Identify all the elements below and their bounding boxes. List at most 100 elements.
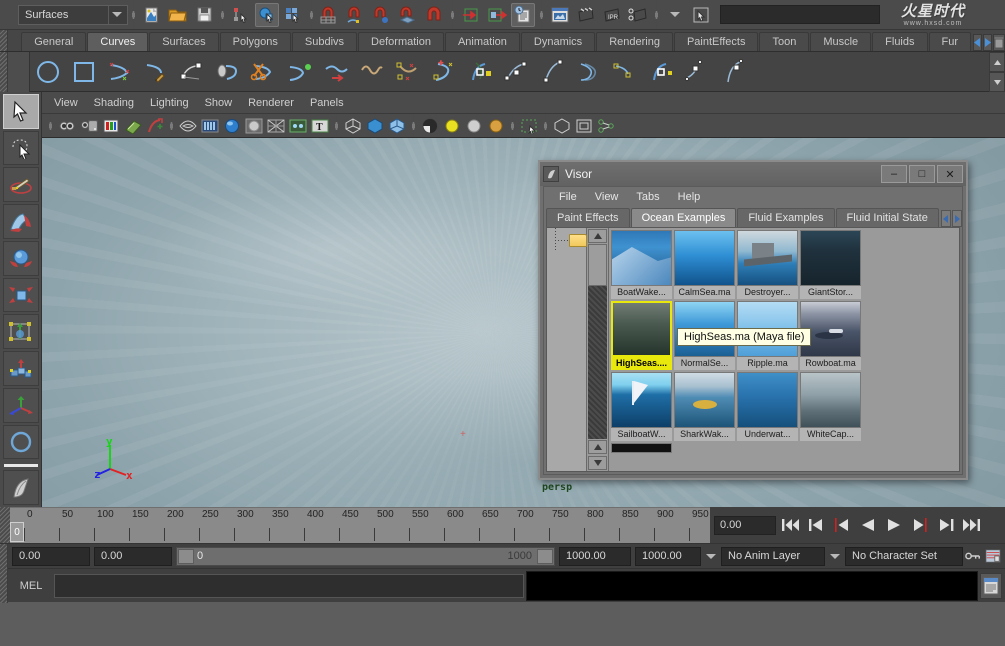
vp-divider-1[interactable] (169, 114, 174, 137)
character-set-caret-icon[interactable] (827, 547, 843, 566)
visor-menu-help[interactable]: Help (669, 191, 710, 203)
visor-item-partial[interactable] (611, 443, 672, 453)
shelf-tab-fluids[interactable]: Fluids (872, 32, 927, 51)
anim-start-time-field[interactable]: 0.00 (12, 547, 90, 566)
render-settings-icon[interactable] (626, 3, 650, 27)
select-tool[interactable] (3, 94, 39, 129)
shelf-scroll-arrows[interactable] (989, 52, 1005, 92)
visor-item-whitecaps[interactable]: WhiteCap... (800, 372, 861, 441)
visor-maximize-button[interactable]: □ (909, 165, 935, 183)
cut-curve-icon[interactable] (247, 55, 281, 89)
range-gripper[interactable] (0, 544, 8, 569)
time-slider-track[interactable]: 0 05010015020025030035040045050055060065… (10, 507, 710, 543)
shelf-delete-icon[interactable] (993, 34, 1005, 51)
shelf-tab-deformation[interactable]: Deformation (358, 32, 444, 51)
shelf-tab-surfaces[interactable]: Surfaces (149, 32, 218, 51)
visor-item-destroyer[interactable]: Destroyer... (737, 230, 798, 299)
vp-divider-3[interactable] (411, 114, 416, 137)
visor-title-bar[interactable]: Visor – □ ✕ (540, 162, 966, 186)
rebuild-curve-icon[interactable] (607, 55, 641, 89)
smooth-shade-icon[interactable] (200, 116, 220, 136)
construction-history-in-icon[interactable] (459, 3, 483, 27)
shelf-tab-curves[interactable]: Curves (87, 32, 148, 51)
render-current-frame-icon[interactable] (574, 3, 598, 27)
anim-layer-field[interactable]: No Anim Layer (721, 547, 825, 566)
visor-item-shark-wake[interactable]: SharkWak... (674, 372, 735, 441)
anim-end-time-field[interactable]: 1000.00 (635, 547, 701, 566)
visor-close-button[interactable]: ✕ (937, 165, 963, 183)
show-manipulator-tool[interactable] (3, 388, 39, 423)
step-back-keyframe-icon[interactable] (804, 513, 828, 537)
toolbar-divider-4[interactable] (450, 0, 455, 29)
snap-magnet-icon[interactable] (422, 3, 446, 27)
go-to-end-icon[interactable] (960, 513, 984, 537)
shelf-tab-next-icon[interactable] (983, 34, 992, 51)
range-slider-left-handle[interactable] (178, 549, 194, 564)
nurbs-square-icon[interactable] (67, 55, 101, 89)
visor-menu-view[interactable]: View (586, 191, 628, 203)
vp-divider-2[interactable] (334, 114, 339, 137)
toolbar-divider-6[interactable] (654, 0, 659, 29)
mel-output-field[interactable] (526, 571, 978, 601)
snap-view-plane-icon[interactable] (396, 3, 420, 27)
play-forwards-icon[interactable] (882, 513, 906, 537)
current-time-field[interactable]: 0.00 (714, 516, 776, 535)
smooth-wireframe-icon[interactable] (387, 116, 407, 136)
film-gate-icon[interactable] (552, 116, 572, 136)
visor-tab-ocean-examples[interactable]: Ocean Examples (631, 208, 737, 227)
visor-tab-fluid-initial-state[interactable]: Fluid Initial State (836, 208, 939, 227)
vp-divider-5[interactable] (543, 114, 548, 137)
light-two-icon[interactable] (464, 116, 484, 136)
duplicate-surface-curves-icon[interactable] (211, 55, 245, 89)
shelf-tab-fur[interactable]: Fur (929, 32, 972, 51)
toolbar-divider-2[interactable] (220, 0, 225, 29)
viewport-menu-renderer[interactable]: Renderer (240, 97, 302, 109)
character-set-field[interactable]: No Character Set (845, 547, 963, 566)
select-by-object-icon[interactable] (255, 3, 279, 27)
last-tool-used[interactable] (3, 425, 39, 460)
step-forward-frame-icon[interactable] (908, 513, 932, 537)
range-start-time-field[interactable]: 0.00 (94, 547, 172, 566)
toolbar-divider[interactable] (131, 0, 136, 29)
move-seam-icon[interactable] (427, 55, 461, 89)
shelf-options-button[interactable] (8, 52, 30, 92)
backface-cull-icon[interactable] (365, 116, 385, 136)
go-to-start-icon[interactable] (778, 513, 802, 537)
visor-thumbnail-grid[interactable]: BoatWake... CalmSea.ma Destroyer... (609, 228, 959, 471)
visor-tab-paint-effects[interactable]: Paint Effects (546, 208, 630, 227)
command-line-gripper[interactable] (0, 569, 8, 603)
shelf-tab-prev-icon[interactable] (973, 34, 982, 51)
attach-curve-icon[interactable] (283, 55, 317, 89)
menu-set-selector[interactable]: Surfaces (18, 5, 128, 25)
shelf-tab-dynamics[interactable]: Dynamics (521, 32, 595, 51)
auto-key-icon[interactable] (965, 547, 981, 566)
viewport-menu-lighting[interactable]: Lighting (142, 97, 197, 109)
xray-icon[interactable] (288, 116, 308, 136)
visor-window[interactable]: Visor – □ ✕ File View Tabs Help Paint Ef… (538, 160, 968, 480)
default-light-icon[interactable] (420, 116, 440, 136)
shelf-scroll-up-icon[interactable] (989, 52, 1005, 72)
select-camera-icon[interactable] (57, 116, 77, 136)
visor-folder-tree[interactable] (547, 228, 587, 471)
render-view-icon[interactable] (548, 3, 572, 27)
paint-effects-icon[interactable] (3, 470, 39, 505)
shelf-tab-toon[interactable]: Toon (759, 32, 809, 51)
visor-tree-scrollbar[interactable] (587, 228, 609, 471)
align-curve-icon[interactable] (355, 55, 389, 89)
shelf-scroll-down-icon[interactable] (989, 72, 1005, 92)
folder-icon[interactable] (569, 234, 587, 247)
visor-menu-tabs[interactable]: Tabs (627, 191, 668, 203)
range-slider-right-handle[interactable] (537, 549, 553, 564)
extend-curve-icon[interactable] (535, 55, 569, 89)
use-all-lights-icon[interactable] (244, 116, 264, 136)
soft-modification-tool[interactable] (3, 351, 39, 386)
shelf-tab-polygons[interactable]: Polygons (220, 32, 291, 51)
shelf-tab-painteffects[interactable]: PaintEffects (674, 32, 759, 51)
visor-item-high-seas[interactable]: HighSeas.... (611, 301, 672, 370)
vp-divider-0[interactable] (48, 114, 53, 137)
visor-tab-fluid-examples[interactable]: Fluid Examples (737, 208, 834, 227)
shelf-gripper[interactable] (0, 52, 8, 92)
ep-curve-tool-icon[interactable] (103, 55, 137, 89)
resolution-gate-icon[interactable] (574, 116, 594, 136)
wireframe-icon[interactable] (178, 116, 198, 136)
